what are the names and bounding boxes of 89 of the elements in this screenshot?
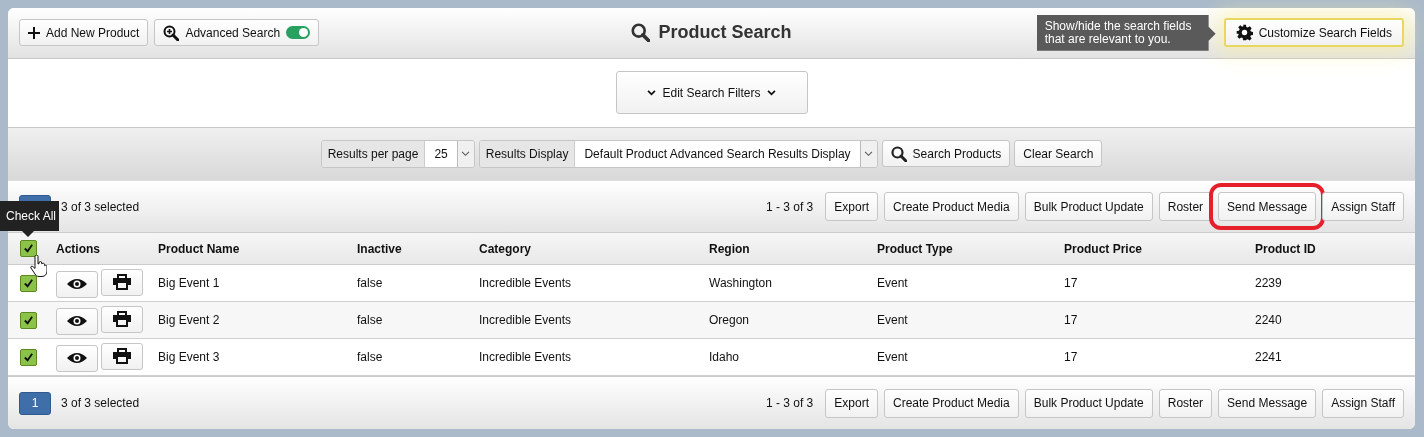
chevron-down-icon bbox=[647, 89, 657, 96]
select-label: Results per page bbox=[321, 140, 426, 167]
table-cell: Incredible Events bbox=[479, 313, 572, 328]
action-button[interactable]: Bulk Product Update bbox=[1024, 388, 1153, 418]
selected-count: 3 of 3 selected bbox=[61, 199, 141, 214]
action-button[interactable]: Export bbox=[825, 192, 878, 222]
printer-icon bbox=[113, 348, 131, 365]
tooltip: Show/hide the search fields that are relevant to you. bbox=[1036, 14, 1216, 51]
page-title: Product Search bbox=[658, 22, 792, 44]
checkbox[interactable] bbox=[20, 348, 37, 366]
checkmark-icon bbox=[23, 351, 34, 363]
search-products-button[interactable]: Search Products bbox=[881, 140, 1011, 168]
checkmark-icon bbox=[23, 243, 34, 255]
page-button[interactable]: 1 bbox=[19, 391, 51, 415]
action-button[interactable]: Roster bbox=[1158, 388, 1213, 418]
column-header: Product Price bbox=[1064, 241, 1143, 256]
table-cell: Oregon bbox=[709, 313, 750, 328]
result-range: 1 - 3 of 3 bbox=[765, 396, 814, 411]
checkbox[interactable] bbox=[20, 274, 37, 292]
caret-icon bbox=[864, 150, 874, 157]
table-cell: false bbox=[357, 350, 383, 365]
table-cell: Idaho bbox=[709, 350, 740, 365]
table-cell: Big Event 1 bbox=[158, 276, 220, 291]
column-header: Product Name bbox=[158, 241, 240, 256]
view-button[interactable] bbox=[56, 307, 98, 335]
caret-icon bbox=[461, 150, 471, 157]
table-cell: Washington bbox=[709, 276, 772, 291]
results-display-select[interactable]: Results Display Default Product Advanced Search Results Display bbox=[478, 139, 878, 168]
column-header: Product Type bbox=[877, 241, 953, 256]
table-cell: 2240 bbox=[1255, 313, 1282, 328]
action-button[interactable]: Export bbox=[825, 388, 878, 418]
customize-search-fields-button[interactable]: Customize Search Fields bbox=[1223, 18, 1404, 48]
eye-icon bbox=[67, 315, 87, 328]
column-header: Product ID bbox=[1255, 241, 1316, 256]
plus-icon bbox=[28, 26, 40, 39]
table-cell: 17 bbox=[1064, 350, 1078, 365]
action-button[interactable]: Assign Staff bbox=[1322, 192, 1404, 222]
results-per-page-select[interactable]: Results per page 25 bbox=[320, 139, 475, 168]
column-header: Category bbox=[479, 241, 531, 256]
print-button[interactable] bbox=[101, 268, 143, 296]
hand-cursor-icon bbox=[30, 255, 47, 277]
zoom-in-icon bbox=[163, 24, 180, 41]
table-cell: Incredible Events bbox=[479, 350, 572, 365]
advanced-search-button[interactable]: Advanced Search bbox=[154, 19, 320, 47]
settings-icon bbox=[1235, 24, 1253, 42]
column-header: Region bbox=[709, 241, 750, 256]
eye-icon bbox=[67, 352, 87, 365]
checkbox[interactable] bbox=[20, 240, 37, 258]
table-cell: false bbox=[357, 276, 383, 291]
table-cell: Event bbox=[877, 313, 908, 328]
add-product-button[interactable]: Add New Product bbox=[19, 19, 149, 47]
table-cell: Event bbox=[877, 350, 908, 365]
chevron-down-icon bbox=[766, 89, 776, 96]
checkmark-icon bbox=[23, 314, 34, 326]
eye-icon bbox=[67, 278, 87, 291]
printer-icon bbox=[113, 274, 131, 291]
checkbox[interactable] bbox=[20, 311, 37, 329]
table-cell: Event bbox=[877, 276, 908, 291]
table-cell: Big Event 3 bbox=[158, 350, 220, 365]
toggle-switch[interactable] bbox=[286, 26, 311, 40]
print-button[interactable] bbox=[101, 342, 143, 370]
table-cell: 17 bbox=[1064, 313, 1078, 328]
result-range: 1 - 3 of 3 bbox=[765, 199, 814, 214]
action-button[interactable]: Assign Staff bbox=[1322, 388, 1404, 418]
table-cell: 2239 bbox=[1255, 276, 1282, 291]
column-header: Inactive bbox=[357, 241, 402, 256]
view-button[interactable] bbox=[56, 344, 98, 372]
action-button[interactable]: Send Message bbox=[1218, 388, 1317, 418]
checkmark-icon bbox=[23, 277, 34, 289]
select-value: Default Product Advanced Search Results Display bbox=[575, 140, 860, 167]
action-button[interactable]: Create Product Media bbox=[883, 388, 1019, 418]
table-cell: false bbox=[357, 313, 383, 328]
search-icon bbox=[631, 23, 651, 43]
view-button[interactable] bbox=[56, 270, 98, 298]
table-cell: Big Event 2 bbox=[158, 313, 220, 328]
select-label: Results Display bbox=[479, 140, 576, 167]
edit-search-filters-button[interactable]: Edit Search Filters bbox=[615, 71, 808, 115]
clear-search-button[interactable]: Clear Search bbox=[1014, 140, 1103, 168]
table-cell: 2241 bbox=[1255, 350, 1282, 365]
action-button[interactable]: Create Product Media bbox=[883, 192, 1019, 222]
printer-icon bbox=[113, 311, 131, 328]
column-header: Actions bbox=[56, 241, 100, 256]
select-value: 25 bbox=[425, 140, 457, 167]
table-cell: Incredible Events bbox=[479, 276, 572, 291]
print-button[interactable] bbox=[101, 305, 143, 333]
action-button[interactable]: Bulk Product Update bbox=[1024, 192, 1153, 222]
selected-count: 3 of 3 selected bbox=[61, 396, 141, 411]
table-cell: 17 bbox=[1064, 276, 1078, 291]
search-icon bbox=[890, 145, 907, 162]
